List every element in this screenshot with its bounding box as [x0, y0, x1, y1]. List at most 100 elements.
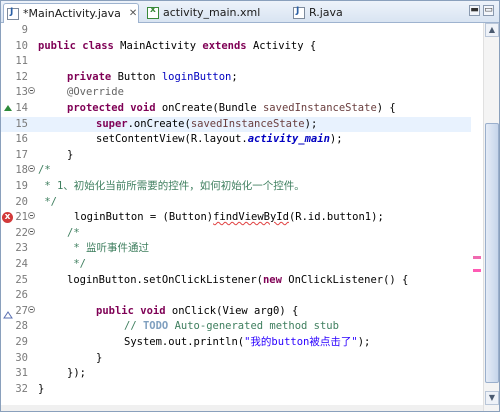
code-line: 16 setContentView(R.layout.activity_main… — [1, 132, 471, 148]
code-fragment: ); — [357, 336, 371, 348]
code-line: 9 — [1, 23, 471, 39]
code-line: 12 private Button loginButton; — [1, 70, 471, 86]
vertical-scrollbar[interactable]: ▲ ▼ — [483, 23, 499, 411]
keyword: new — [262, 273, 282, 286]
fold-toggle-icon[interactable] — [28, 212, 35, 219]
fold-toggle-icon[interactable] — [28, 306, 35, 313]
code-text: } — [67, 148, 74, 161]
fold-toggle-icon[interactable] — [28, 228, 35, 235]
error-icon[interactable]: x — [2, 212, 13, 223]
parameter: savedInstanceState — [262, 102, 377, 114]
comment: * 监听事件通过 — [67, 242, 149, 255]
maximize-button[interactable]: ▭ — [483, 5, 494, 16]
code-fragment: ); — [304, 117, 318, 130]
keyword: extends — [202, 39, 247, 52]
todo-tag: TODO — [142, 320, 169, 333]
code-fragment: (R.id.button1); — [288, 211, 384, 224]
code-text: // TODO Auto-generated method stub — [124, 319, 339, 335]
code-text: System.out.println("我的button被点击了"); — [124, 335, 370, 351]
keyword: public — [96, 304, 134, 317]
code-line: 22 /* — [1, 226, 471, 242]
keyword: protected — [67, 102, 124, 114]
implement-marker-icon[interactable] — [3, 311, 13, 319]
field-name: loginButton — [161, 70, 232, 83]
keyword: void — [133, 304, 166, 317]
tab-r-java[interactable]: R.java — [290, 3, 380, 22]
code-text: loginButton.setOnClickListener(new OnCli… — [67, 273, 408, 289]
code-line: 25 loginButton.setOnClickListener(new On… — [1, 273, 471, 289]
keyword: public class — [38, 39, 114, 52]
comment: // — [124, 320, 143, 333]
code-line: 18 /* — [1, 163, 471, 179]
code-editor[interactable]: 9 10 public class MainActivity extends A… — [1, 23, 499, 411]
line-number: 13 — [15, 86, 28, 99]
parameter: savedInstanceState — [190, 117, 305, 130]
line-number: 11 — [15, 55, 28, 68]
editor-tab-bar: *MainActivity.java ✕ activity_main.xml R… — [1, 1, 499, 23]
code-fragment: ) { — [376, 102, 396, 114]
tab-label: R.java — [309, 6, 343, 19]
comment: /* — [67, 226, 80, 239]
code-fragment: onCreate(Bundle — [155, 102, 263, 114]
code-fragment: onClick(View arg0) { — [165, 304, 299, 317]
horizontal-scrollbar[interactable] — [1, 405, 483, 411]
code-line: 24 */ — [1, 257, 471, 273]
tab-label: activity_main.xml — [163, 6, 261, 19]
minimize-button[interactable]: ▬ — [469, 5, 480, 16]
overview-ruler[interactable] — [471, 23, 483, 411]
code-line: 31 }); — [1, 366, 471, 382]
line-number: 24 — [15, 258, 28, 270]
code-text: loginButton = (Button)findViewById(R.id.… — [74, 210, 384, 226]
line-number: 10 — [15, 39, 28, 52]
code-line: 26 — [1, 288, 471, 304]
keyword: private — [67, 70, 112, 83]
code-fragment: System.out.println( — [124, 336, 245, 348]
override-marker-icon[interactable] — [3, 104, 13, 112]
line-number: 18 — [15, 164, 28, 177]
close-tab-icon[interactable]: ✕ — [129, 8, 137, 19]
code-fragment: Button — [111, 70, 162, 83]
java-file-icon — [7, 7, 19, 20]
scrollbar-thumb[interactable] — [485, 123, 499, 383]
class-name: MainActivity — [113, 39, 203, 52]
code-fragment: Activity { — [246, 39, 317, 52]
code-line: 23 * 监听事件通过 — [1, 241, 471, 257]
code-text: }); — [67, 367, 86, 380]
keyword: void — [123, 102, 156, 114]
line-number: 29 — [15, 336, 28, 348]
line-number: 23 — [15, 242, 28, 255]
code-line: 30 } — [1, 351, 471, 367]
overview-marker[interactable] — [473, 269, 481, 272]
code-text: } — [96, 351, 103, 364]
tab-activity-main-xml[interactable]: activity_main.xml — [144, 3, 284, 22]
code-text: } — [38, 382, 45, 395]
scroll-down-button[interactable]: ▼ — [485, 391, 499, 405]
code-fragment: = (Button) — [143, 211, 214, 224]
java-file-icon — [293, 6, 305, 19]
string-literal: "我的button被点击了" — [244, 336, 358, 348]
line-number: 19 — [15, 180, 28, 192]
code-line: 10 public class MainActivity extends Act… — [1, 39, 471, 55]
error-method-call: findViewById — [213, 211, 289, 224]
code-line: 32 } — [1, 382, 471, 398]
current-code-line: 15 super.onCreate(savedInstanceState); — [1, 116, 471, 133]
code-text: setContentView(R.layout.activity_main); — [96, 132, 343, 148]
fold-toggle-icon[interactable] — [28, 165, 35, 172]
tab-label: *MainActivity.java — [23, 7, 121, 20]
line-number: 17 — [15, 148, 28, 161]
code-fragment: loginButton — [74, 211, 144, 224]
xml-file-icon — [147, 5, 159, 19]
overview-marker[interactable] — [473, 256, 481, 259]
line-number: 30 — [15, 351, 28, 364]
tab-main-activity-java[interactable]: *MainActivity.java ✕ — [3, 3, 139, 23]
static-field: activity_main — [247, 133, 330, 146]
code-fragment: ; — [231, 70, 238, 83]
fold-toggle-icon[interactable] — [28, 87, 35, 94]
code-line: 19 * 1、初始化当前所需要的控件，如何初始化一个控件。 — [1, 179, 471, 195]
scroll-up-button[interactable]: ▲ — [485, 23, 499, 37]
code-line: 29 System.out.println("我的button被点击了"); — [1, 335, 471, 351]
keyword: super — [96, 117, 128, 130]
line-number: 28 — [15, 320, 28, 333]
code-line: 21 loginButton = (Button)findViewById(R.… — [1, 210, 471, 226]
code-line: 28 // TODO Auto-generated method stub — [1, 319, 471, 335]
